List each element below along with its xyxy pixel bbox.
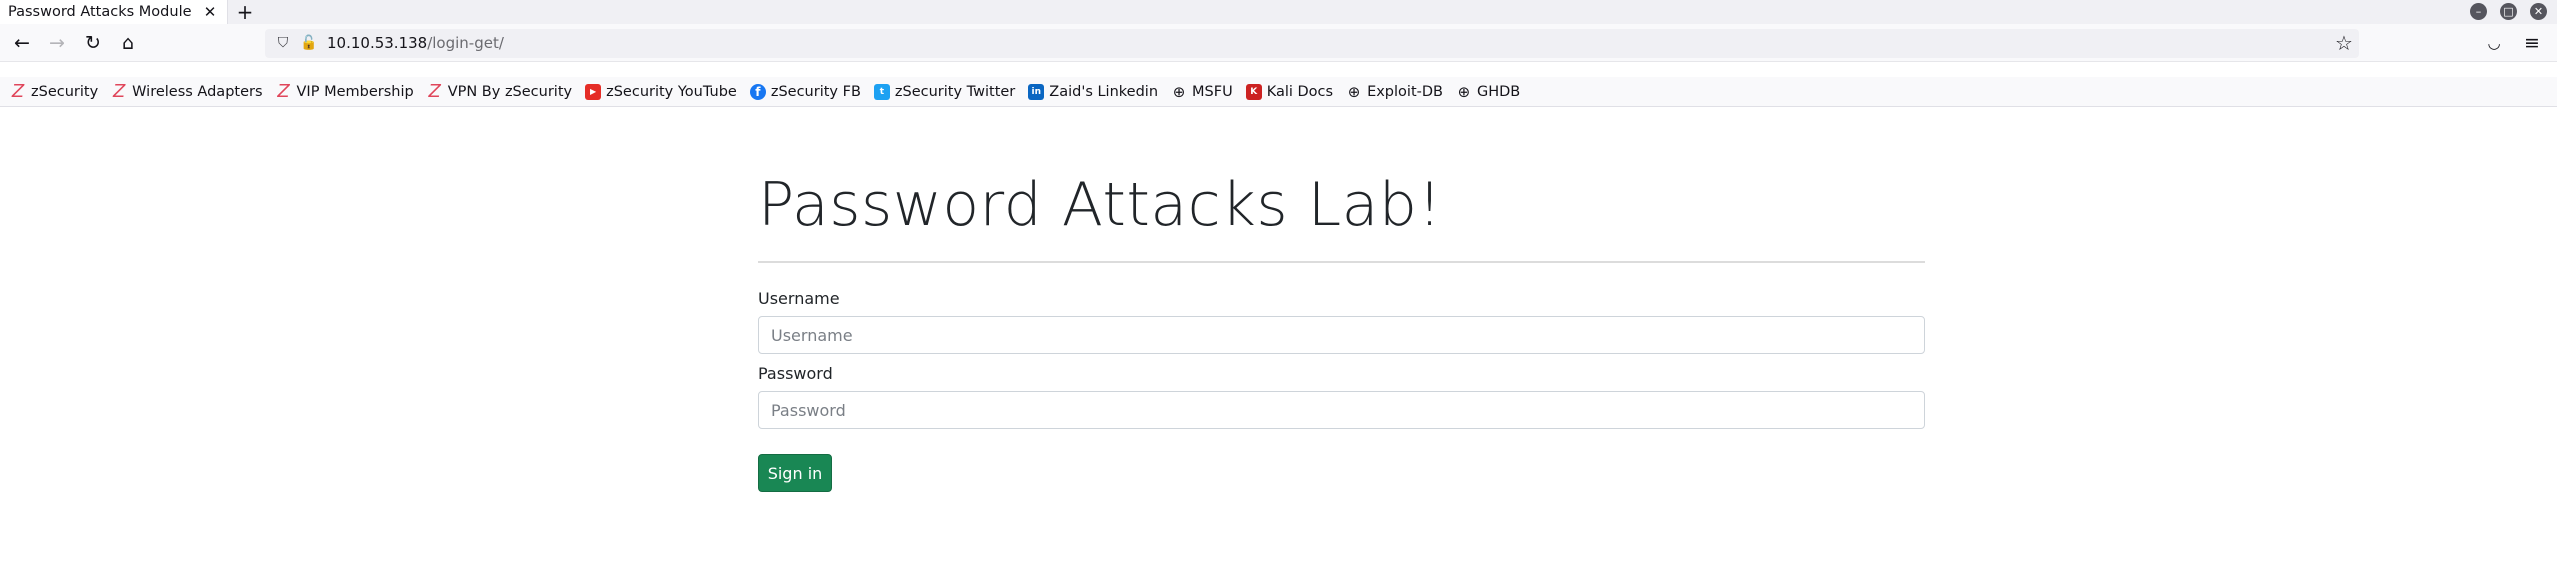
forward-icon[interactable]: → (45, 31, 69, 55)
password-input[interactable] (758, 391, 1925, 429)
bookmark-label: Exploit-DB (1367, 83, 1443, 100)
bookmark-label: zSecurity (31, 83, 99, 100)
bookmark-zsecurity-youtube[interactable]: ▶ zSecurity YouTube (585, 83, 737, 100)
kali-icon: K (1245, 83, 1262, 100)
bookmark-zsecurity-fb[interactable]: f zSecurity FB (749, 83, 861, 100)
url-host: 10.10.53.138 (327, 34, 428, 52)
bookmark-label: Kali Docs (1266, 83, 1334, 100)
zsecurity-icon: Z (277, 80, 290, 102)
home-icon[interactable]: ⌂ (116, 31, 140, 55)
bookmark-label: GHDB (1476, 83, 1521, 100)
zsecurity-icon: Z (428, 80, 441, 102)
bookmark-label: VPN By zSecurity (447, 83, 573, 100)
menu-icon[interactable]: ≡ (2520, 31, 2544, 55)
sign-in-button[interactable]: Sign in (758, 454, 832, 492)
twitter-icon: t (873, 83, 890, 100)
new-tab-plus-icon[interactable]: + (234, 1, 256, 23)
youtube-icon: ▶ (585, 83, 602, 100)
page-title: Password Attacks Lab! (758, 170, 1443, 240)
zsecurity-icon: Z (112, 80, 126, 102)
bookmark-label: zSecurity FB (770, 83, 861, 100)
insecure-lock-icon[interactable]: 🔓 (299, 33, 319, 53)
window-close-icon[interactable]: ✕ (2530, 3, 2547, 20)
login-form: Username Password Sign in (758, 290, 1925, 492)
globe-icon: ⊕ (1457, 82, 1471, 101)
zsecurity-icon: Z (11, 80, 25, 102)
bookmark-zsecurity[interactable]: ZzSecurity (10, 80, 99, 102)
username-label: Username (758, 289, 840, 308)
globe-icon: ⊕ (1347, 82, 1361, 101)
close-icon[interactable]: ✕ (200, 2, 220, 22)
facebook-icon: f (749, 83, 766, 100)
minimize-icon[interactable]: – (2470, 3, 2487, 20)
shield-icon[interactable]: ⛉ (273, 33, 293, 53)
maximize-icon[interactable]: □ (2500, 3, 2517, 20)
password-label: Password (758, 364, 833, 383)
pocket-icon[interactable]: ◡ (2482, 31, 2506, 55)
bookmark-exploit-db[interactable]: ⊕ Exploit-DB (1346, 84, 1443, 100)
tab-active[interactable]: Password Attacks Module ✕ (0, 0, 228, 24)
bookmark-star-icon[interactable]: ☆ (2333, 32, 2355, 54)
bookmark-zsecurity-twitter[interactable]: t zSecurity Twitter (873, 83, 1016, 100)
tab-strip: Password Attacks Module ✕ + – □ ✕ (0, 0, 2557, 24)
tab-title: Password Attacks Module (8, 4, 192, 20)
linkedin-icon: in (1028, 83, 1045, 100)
bookmark-label: zSecurity Twitter (894, 83, 1016, 100)
bookmark-zaids-linkedin[interactable]: in Zaid's Linkedin (1028, 83, 1159, 100)
back-icon[interactable]: ← (10, 31, 34, 55)
username-input[interactable] (758, 316, 1925, 354)
bookmarks-toolbar: ZzSecurity Z Wireless Adapters Z VIP Membe… (0, 77, 2557, 107)
bookmark-wireless-adapters[interactable]: Z Wireless Adapters (111, 80, 263, 102)
bookmark-vpn-by-zsecurity[interactable]: Z VPN By zSecurity (427, 80, 573, 102)
bookmark-label: Wireless Adapters (132, 83, 263, 100)
bookmark-vip-membership[interactable]: Z VIP Membership (276, 80, 414, 102)
navigation-toolbar: ← → ↻ ⌂ ⛉ 🔓 10.10.53.138/login-get/ ☆ ◡ … (0, 24, 2557, 62)
bookmark-label: Zaid's Linkedin (1049, 83, 1159, 100)
bookmark-kali-docs[interactable]: K Kali Docs (1245, 83, 1334, 100)
heading-divider (758, 261, 1925, 263)
reload-icon[interactable]: ↻ (81, 31, 105, 55)
bookmark-msfu[interactable]: ⊕ MSFU (1171, 84, 1233, 100)
bookmark-ghdb[interactable]: ⊕ GHDB (1456, 82, 1521, 101)
bookmark-label: zSecurity YouTube (606, 83, 737, 100)
url-path: /login-get/ (427, 34, 504, 52)
globe-icon: ⊕ (1172, 82, 1186, 101)
url-bar[interactable]: ⛉ 🔓 10.10.53.138/login-get/ ☆ (265, 29, 2359, 58)
bookmark-label: VIP Membership (296, 83, 414, 100)
url-text[interactable]: 10.10.53.138/login-get/ (327, 34, 504, 52)
login-container: Password Attacks Lab! Username Password … (758, 160, 1925, 492)
bookmark-label: MSFU (1192, 83, 1233, 100)
